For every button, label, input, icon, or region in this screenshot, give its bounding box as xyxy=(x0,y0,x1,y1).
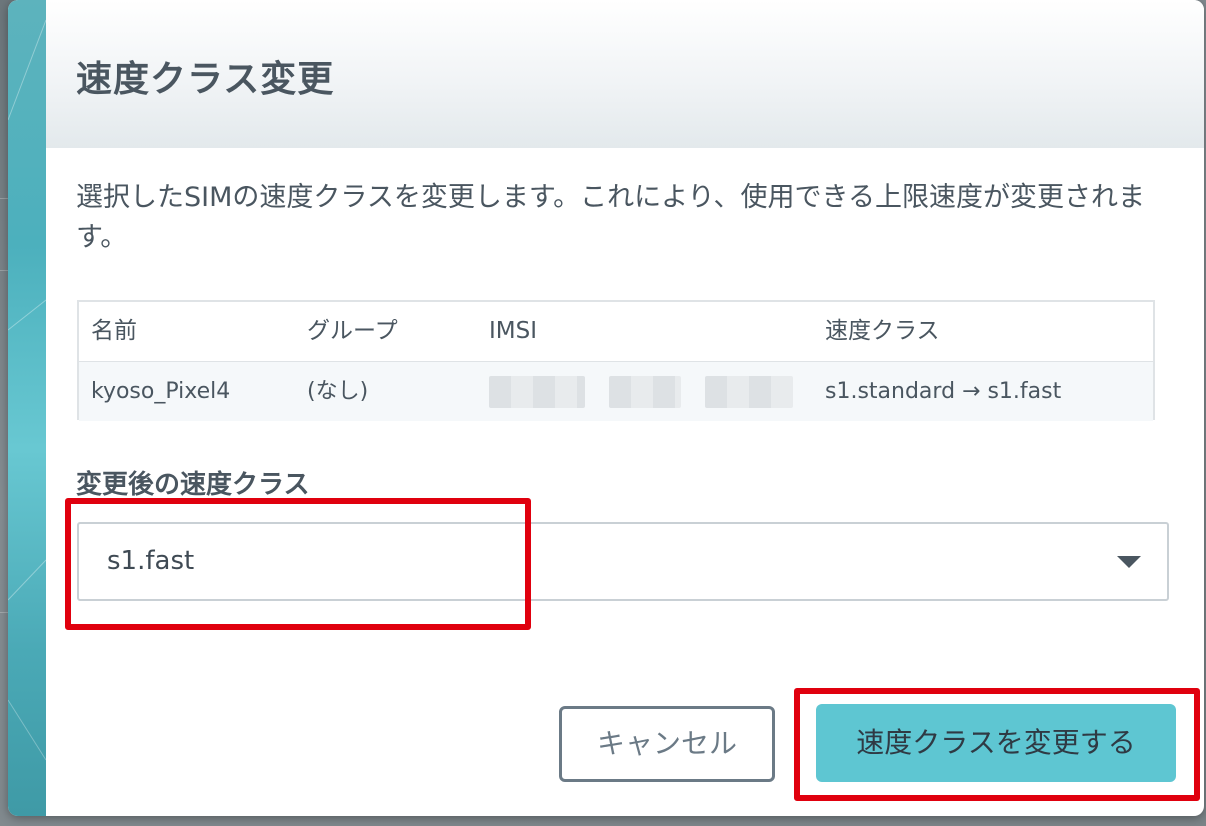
column-header-name: 名前 xyxy=(91,318,137,344)
column-header-imsi: IMSI xyxy=(489,318,538,344)
redacted-block xyxy=(489,376,585,408)
cancel-button[interactable]: キャンセル xyxy=(559,706,775,782)
redacted-block xyxy=(609,376,681,408)
dialog-title: 速度クラス変更 xyxy=(76,59,335,100)
sim-table: 名前 グループ IMSI 速度クラス kyoso_Pixel4 (なし) s1.… xyxy=(77,300,1155,421)
table-row: kyoso_Pixel4 (なし) s1.standard → s1.fast xyxy=(79,362,1153,421)
dialog-accent-stripe xyxy=(8,0,46,816)
redacted-block xyxy=(705,376,793,408)
sim-speed-class-cell: s1.standard → s1.fast xyxy=(825,379,1062,404)
speed-class-field-label: 変更後の速度クラス xyxy=(76,470,310,500)
sim-name-cell: kyoso_Pixel4 xyxy=(91,379,231,404)
speed-class-dialog: 速度クラス変更 選択したSIMの速度クラスを変更します。これにより、使用できる上… xyxy=(8,0,1204,816)
column-header-group: グループ xyxy=(307,318,398,344)
chevron-down-icon xyxy=(1117,556,1141,568)
sim-group-cell: (なし) xyxy=(307,379,369,404)
annotation-highlight-submit xyxy=(794,688,1200,801)
sim-imsi-cell-redacted xyxy=(489,362,809,421)
column-header-speed-class: 速度クラス xyxy=(825,318,940,344)
dialog-description: 選択したSIMの速度クラスを変更します。これにより、使用できる上限速度が変更され… xyxy=(76,182,1145,253)
table-header-row: 名前 グループ IMSI 速度クラス xyxy=(79,302,1153,363)
annotation-highlight-select xyxy=(65,498,531,630)
dialog-header: 速度クラス変更 xyxy=(46,0,1204,148)
